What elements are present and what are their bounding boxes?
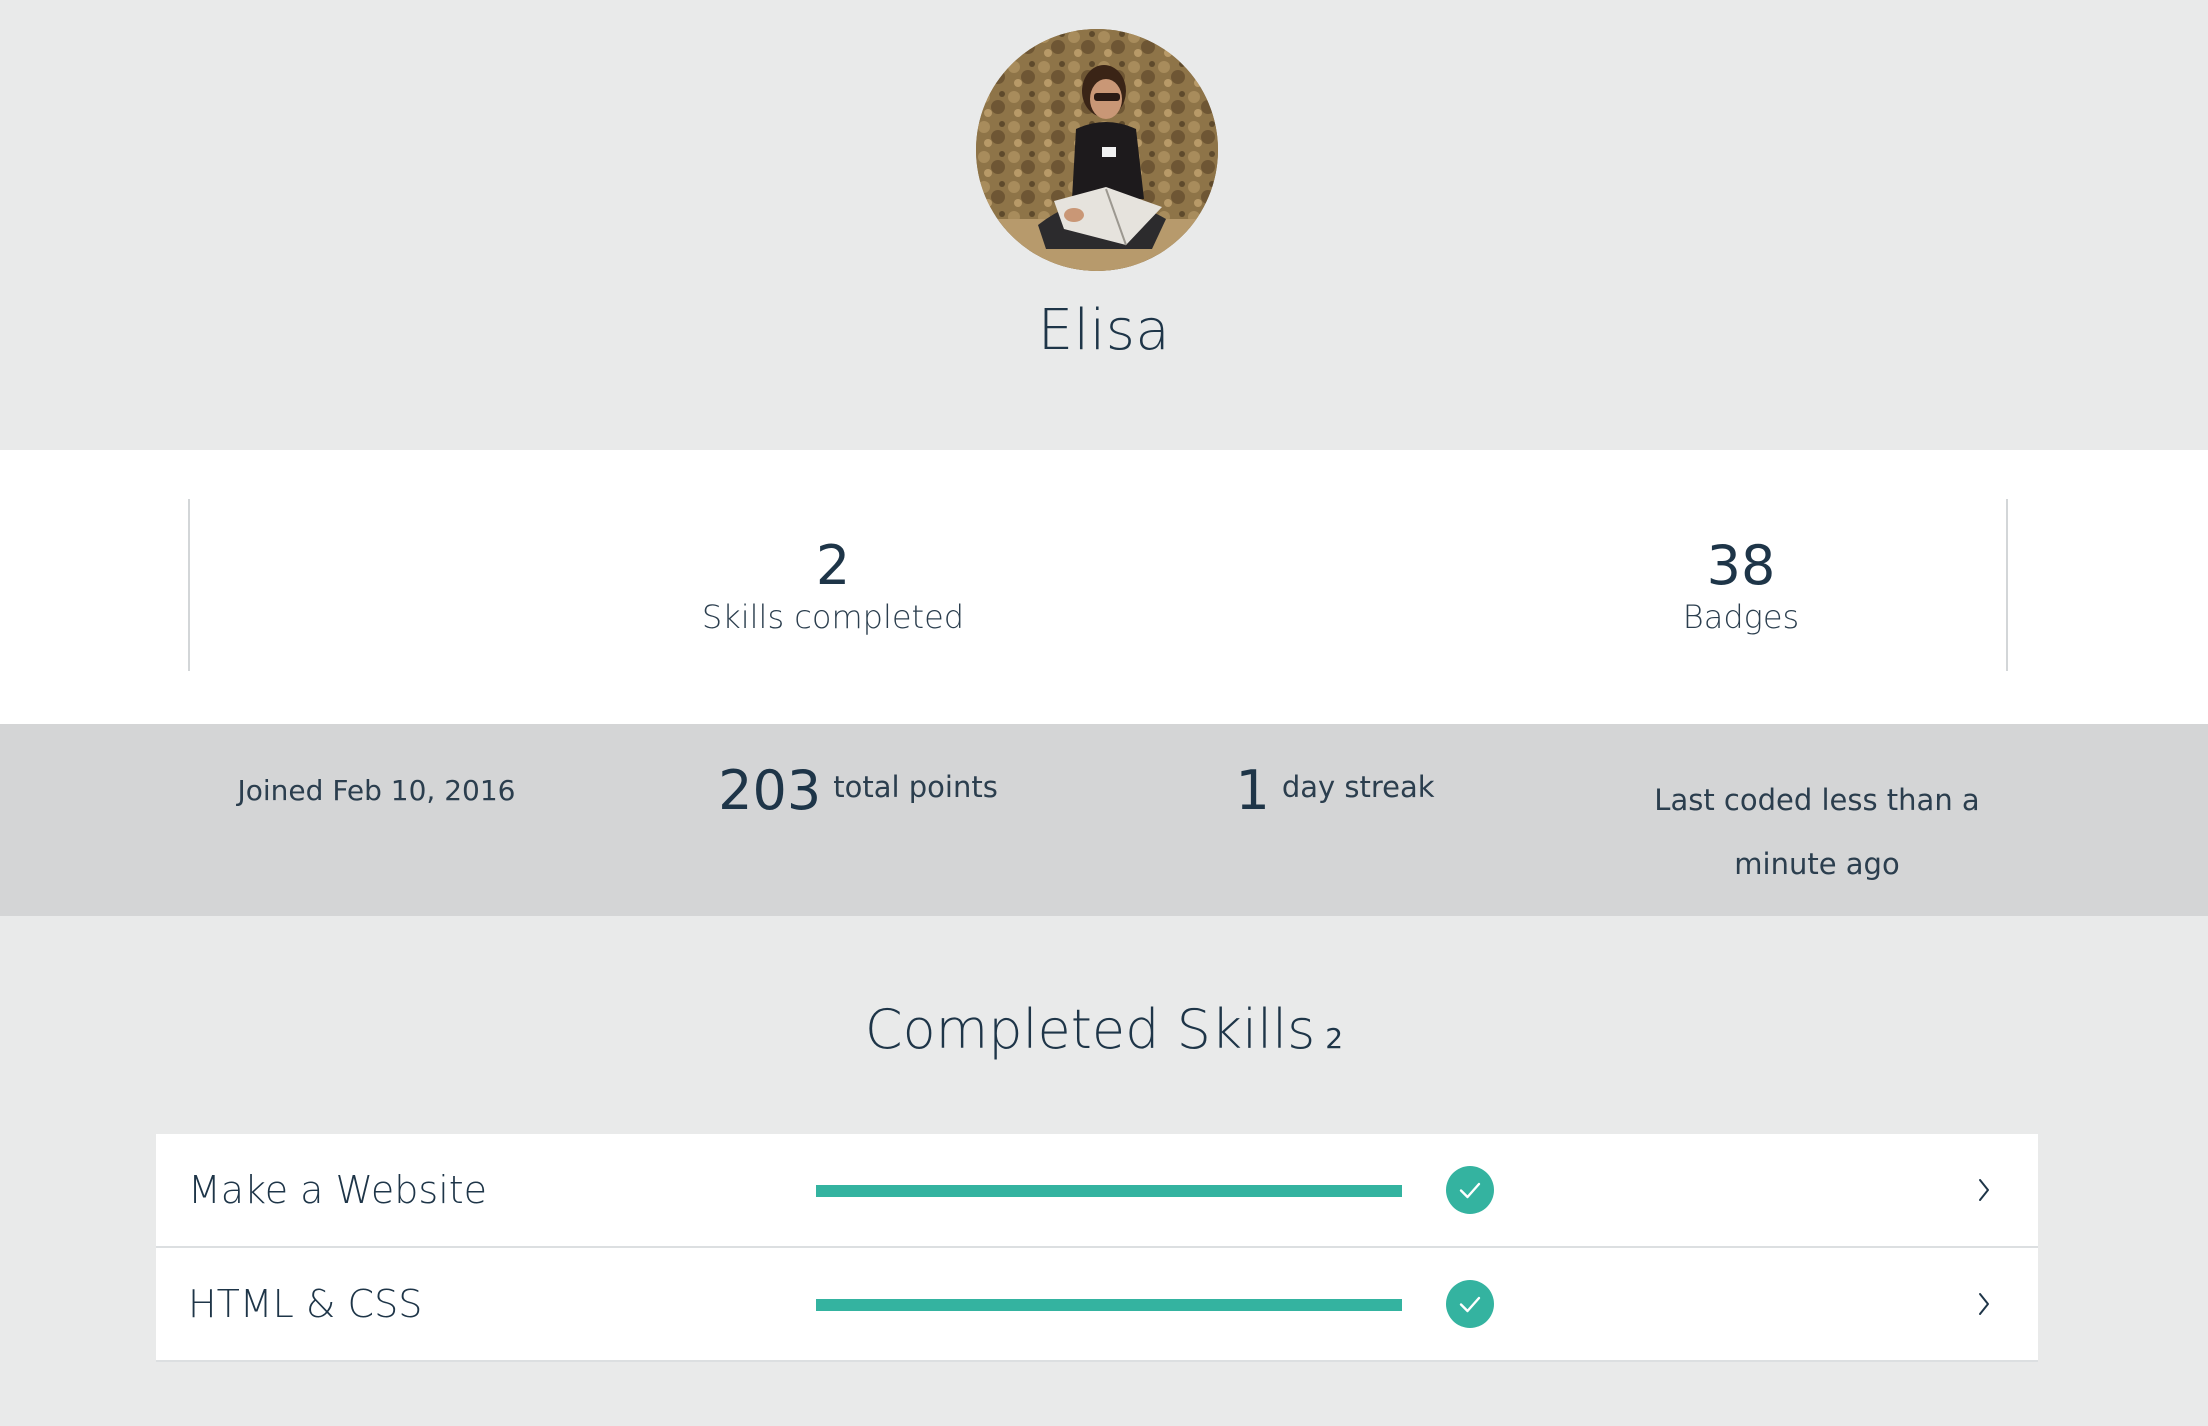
total-points-value: 203 (718, 759, 822, 822)
avatar[interactable] (976, 29, 1218, 271)
secondary-stats: Joined Feb 10, 2016 203 total points 1 day… (0, 724, 2208, 916)
badges-stat[interactable]: 38 Badges (1441, 499, 2041, 637)
check-circle-icon (1446, 1280, 1494, 1328)
total-points-label: total points (833, 770, 998, 804)
skill-row-make-a-website[interactable]: Make a Website (156, 1134, 2038, 1248)
chevron-right-icon[interactable] (1972, 1172, 1996, 1208)
joined-date: Joined Feb 10, 2016 (237, 774, 516, 807)
skills-completed-value: 2 (815, 534, 851, 597)
badges-value: 38 (1706, 534, 1776, 597)
avatar-photo (976, 29, 1218, 271)
completed-skills-list: Make a Website HTML & CSS (156, 1134, 2038, 1362)
streak-stat: 1 day streak (1220, 760, 1450, 822)
badges-label: Badges (1682, 598, 1800, 636)
skill-progress-fill (816, 1299, 1402, 1311)
completed-skills-title: Completed Skills (864, 998, 1316, 1061)
last-coded: Last coded less than a minute ago (1654, 783, 1980, 881)
skill-name: Make a Website (188, 1168, 488, 1212)
completed-skills-heading: Completed Skills 2 (0, 998, 2208, 1061)
completed-skills-count: 2 (1325, 1022, 1344, 1055)
chevron-right-icon[interactable] (1972, 1286, 1996, 1322)
skills-completed-stat: 2 Skills completed (533, 499, 1133, 637)
total-points-stat: 203 total points (700, 760, 1016, 822)
profile-header: Elisa (0, 0, 2208, 450)
skill-progress-bar (816, 1299, 1402, 1311)
profile-name: Elisa (1037, 298, 1171, 363)
primary-stats: 2 Skills completed 38 Badges (0, 450, 2208, 724)
streak-value: 1 (1235, 759, 1270, 822)
skill-progress-bar (816, 1185, 1402, 1197)
skill-name: HTML & CSS (188, 1282, 423, 1326)
check-circle-icon (1446, 1166, 1494, 1214)
stats-frame: 2 Skills completed 38 Badges (188, 499, 2008, 671)
streak-label: day streak (1281, 770, 1435, 804)
skill-progress-fill (816, 1185, 1402, 1197)
skills-completed-label: Skills completed (701, 598, 965, 636)
skill-row-html-css[interactable]: HTML & CSS (156, 1248, 2038, 1362)
